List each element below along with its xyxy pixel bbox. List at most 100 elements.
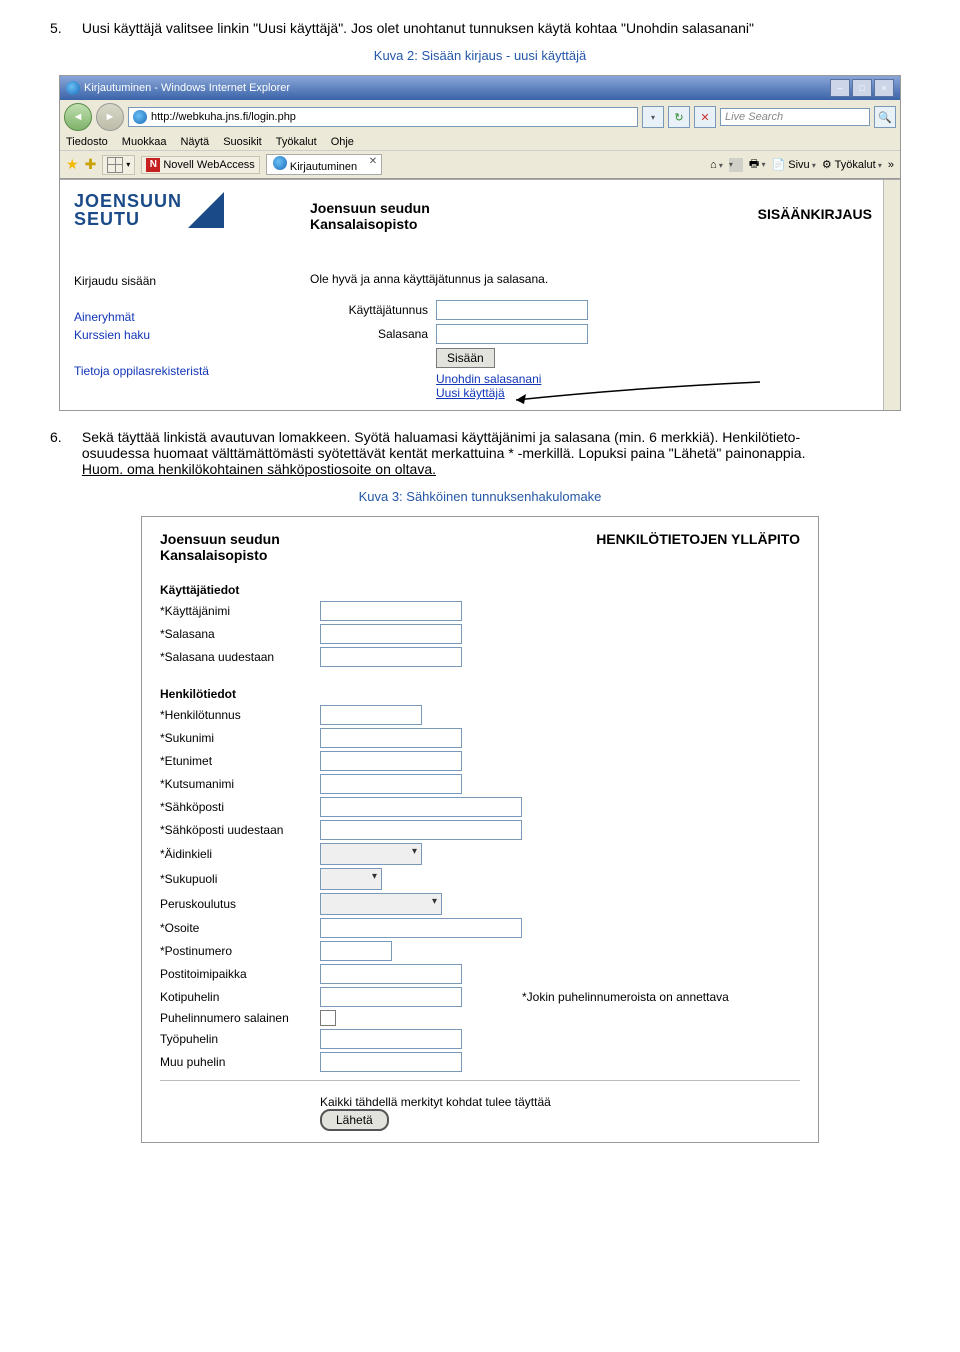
nav-aineryhmat[interactable]: Aineryhmät <box>74 308 209 326</box>
input-salasana2[interactable] <box>320 624 462 644</box>
favorite-novell[interactable]: N Novell WebAccess <box>141 156 260 174</box>
menu-tyokalut[interactable]: Työkalut <box>276 136 317 148</box>
menu-ohje[interactable]: Ohje <box>331 136 354 148</box>
toolbar-overflow[interactable]: » <box>888 159 894 171</box>
input-sahkoposti[interactable] <box>320 797 522 817</box>
page-menu[interactable]: Sivu <box>772 158 816 171</box>
site-heading: Joensuun seudun Kansalaisopisto <box>310 200 430 232</box>
login-prompt: Ole hyvä ja anna käyttäjätunnus ja salas… <box>310 272 548 286</box>
input-osoite[interactable] <box>320 918 522 938</box>
footnote-required: Kaikki tähdellä merkityt kohdat tulee tä… <box>320 1095 551 1109</box>
input-muupuhelin[interactable] <box>320 1052 462 1072</box>
menu-nayta[interactable]: Näytä <box>180 136 209 148</box>
window-title: Kirjautuminen - Windows Internet Explore… <box>84 82 290 94</box>
address-bar: ◄ ► http://webkuha.jns.fi/login.php ↻ ✕ … <box>60 100 900 134</box>
input-sukunimi[interactable] <box>320 728 462 748</box>
search-button[interactable]: 🔍 <box>874 106 896 128</box>
favorite-novell-label: Novell WebAccess <box>163 159 255 171</box>
url-text: http://webkuha.jns.fi/login.php <box>151 111 296 123</box>
menu-bar: Tiedosto Muokkaa Näytä Suosikit Työkalut… <box>60 134 900 150</box>
search-field[interactable]: Live Search <box>720 108 870 126</box>
input-postitoimipaikka[interactable] <box>320 964 462 984</box>
label-kotipuhelin: Kotipuhelin <box>160 990 320 1004</box>
caption-kuva3: Kuva 3: Sähköinen tunnuksenhakulomake <box>50 489 910 504</box>
login-button[interactable]: Sisään <box>436 348 495 368</box>
caption-kuva2: Kuva 2: Sisään kirjaus - uusi käyttäjä <box>50 48 910 63</box>
label-puhelin-salainen: Puhelinnumero salainen <box>160 1011 320 1025</box>
label-peruskoulutus: Peruskoulutus <box>160 897 320 911</box>
nav-tietoja[interactable]: Tietoja oppilasrekisteristä <box>74 362 209 380</box>
site-heading-line1: Joensuun seudun <box>310 200 430 216</box>
input-kotipuhelin[interactable] <box>320 987 462 1007</box>
input-salasana[interactable] <box>436 324 588 344</box>
minimize-button[interactable]: – <box>830 79 850 97</box>
menu-suosikit[interactable]: Suosikit <box>223 136 262 148</box>
input-salasana-uudestaan[interactable] <box>320 647 462 667</box>
input-kayttajanimi[interactable] <box>320 601 462 621</box>
label-aidinkieli: *Äidinkieli <box>160 847 320 861</box>
input-kayttajatunnus[interactable] <box>436 300 588 320</box>
page-content: JOENSUUN SEUTU Joensuun seudun Kansalais… <box>60 179 900 410</box>
nav-kurssien-haku[interactable]: Kurssien haku <box>74 326 209 344</box>
list-text-6: Sekä täyttää linkistä avautuvan lomakkee… <box>82 429 832 477</box>
label-etunimet: *Etunimet <box>160 754 320 768</box>
vertical-scrollbar[interactable] <box>883 180 900 410</box>
input-etunimet[interactable] <box>320 751 462 771</box>
tab-label: Kirjautuminen <box>290 161 357 173</box>
tab-favicon <box>273 156 287 170</box>
label-sahkoposti-uudestaan: *Sähköposti uudestaan <box>160 823 320 837</box>
label-muupuhelin: Muu puhelin <box>160 1055 320 1069</box>
label-sahkoposti: *Sähköposti <box>160 800 320 814</box>
site-logo: JOENSUUN SEUTU <box>74 192 224 228</box>
list-number-6: 6. <box>50 429 78 445</box>
grid-icon <box>107 157 123 173</box>
close-button[interactable]: × <box>874 79 894 97</box>
checkbox-puhelin-salainen[interactable] <box>320 1010 336 1026</box>
tab-close-icon[interactable]: ✕ <box>369 156 377 167</box>
print-button[interactable] <box>749 155 766 174</box>
form-page-title: HENKILÖTIETOJEN YLLÄPITO <box>596 531 800 547</box>
login-form: Käyttäjätunnus Salasana Sisään <box>310 300 588 372</box>
note-puhelinnumero: *Jokin puhelinnumeroista on annettava <box>522 990 729 1004</box>
input-sahkoposti-uudestaan[interactable] <box>320 820 522 840</box>
select-sukupuoli[interactable] <box>320 868 382 890</box>
input-tyopuhelin[interactable] <box>320 1029 462 1049</box>
site-heading-line2: Kansalaisopisto <box>310 216 430 232</box>
side-navigation: Kirjaudu sisään Aineryhmät Kurssien haku… <box>74 272 209 380</box>
browser-tab[interactable]: Kirjautuminen ✕ <box>266 154 382 175</box>
separator <box>160 1080 800 1081</box>
section-kayttajatiedot: Käyttäjätiedot <box>160 583 800 597</box>
quicktabs-button[interactable]: ▾ <box>102 155 135 175</box>
forward-button[interactable]: ► <box>96 103 124 131</box>
home-button[interactable] <box>710 159 723 171</box>
menu-muokkaa[interactable]: Muokkaa <box>122 136 167 148</box>
page-favicon <box>133 110 147 124</box>
list-number-5: 5. <box>50 20 78 36</box>
favorites-bar: ★ ✚ ▾ N Novell WebAccess Kirjautuminen ✕… <box>60 150 900 179</box>
feeds-button[interactable] <box>729 158 743 172</box>
menu-tiedosto[interactable]: Tiedosto <box>66 136 108 148</box>
favorites-icon[interactable]: ★ <box>66 156 79 173</box>
label-postinumero: *Postinumero <box>160 944 320 958</box>
nav-kirjaudu[interactable]: Kirjaudu sisään <box>74 274 156 288</box>
input-kutsumanimi[interactable] <box>320 774 462 794</box>
url-dropdown[interactable] <box>642 106 664 128</box>
input-henkilotunnus[interactable] <box>320 705 422 725</box>
input-postinumero[interactable] <box>320 941 392 961</box>
stop-button[interactable]: ✕ <box>694 106 716 128</box>
back-button[interactable]: ◄ <box>64 103 92 131</box>
send-button[interactable]: Lähetä <box>320 1109 389 1131</box>
window-titlebar: Kirjautuminen - Windows Internet Explore… <box>60 76 900 100</box>
refresh-button[interactable]: ↻ <box>668 106 690 128</box>
tools-menu[interactable]: Työkalut <box>822 158 882 171</box>
list-text-6-emph: Huom. oma henkilökohtainen sähköpostioso… <box>82 461 436 477</box>
add-favorites-icon[interactable]: ✚ <box>85 156 97 173</box>
select-aidinkieli[interactable] <box>320 843 422 865</box>
select-peruskoulutus[interactable] <box>320 893 442 915</box>
maximize-button[interactable]: □ <box>852 79 872 97</box>
label-salasana2: *Salasana <box>160 627 320 641</box>
label-osoite: *Osoite <box>160 921 320 935</box>
url-field[interactable]: http://webkuha.jns.fi/login.php <box>128 107 638 127</box>
screenshot-form: Joensuun seudun Kansalaisopisto HENKILÖT… <box>141 516 819 1143</box>
logo-line1: JOENSUUN <box>74 192 182 210</box>
